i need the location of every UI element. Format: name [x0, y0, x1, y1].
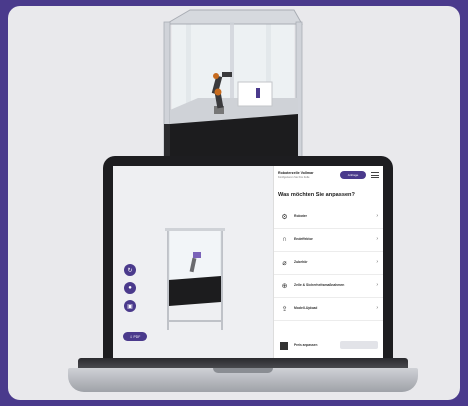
- panel-header: Roboterzelle Vollmar Konfigurieren Sie I…: [278, 170, 380, 184]
- configuration-panel: Roboterzelle Vollmar Konfigurieren Sie I…: [273, 166, 383, 362]
- option-label: Endeffektor: [294, 237, 313, 241]
- chevron-right-icon: ›: [376, 213, 378, 219]
- panel-title: Roboterzelle Vollmar: [278, 171, 314, 175]
- price-input[interactable]: [340, 341, 378, 349]
- product-card: ↻ ● ▣ ⇩ PDF Roboterzelle Vollmar Konfigu…: [8, 6, 460, 400]
- user-icon: ●: [128, 285, 132, 291]
- configurator-screen: ↻ ● ▣ ⇩ PDF Roboterzelle Vollmar Konfigu…: [113, 166, 383, 362]
- option-endeffector[interactable]: ∩ Endeffektor ›: [274, 229, 383, 252]
- rotate-view-button[interactable]: ↻: [124, 264, 136, 276]
- option-label: Modell-Upload: [294, 306, 318, 310]
- price-row[interactable]: Preis anpassen: [278, 340, 380, 352]
- robot-cell-preview: [165, 228, 225, 330]
- price-icon: [280, 342, 288, 350]
- panel-subtitle: Konfigurieren Sie Ihre Zelle: [278, 176, 310, 179]
- 3d-viewport[interactable]: ↻ ● ▣ ⇩ PDF: [113, 166, 273, 362]
- safety-icon: ⊕: [281, 282, 288, 290]
- option-cell-safety[interactable]: ⊕ Zelle & Sicherheitsmaßnahmen ›: [274, 275, 383, 298]
- option-label: Roboter: [294, 214, 307, 218]
- user-view-button[interactable]: ●: [124, 282, 136, 294]
- hamburger-icon[interactable]: [371, 172, 379, 178]
- option-label: Zelle & Sicherheitsmaßnahmen: [294, 283, 345, 287]
- option-label: Zubehör: [294, 260, 308, 264]
- chevron-right-icon: ›: [376, 236, 378, 242]
- option-model-upload[interactable]: ⇪ Modell-Upload ›: [274, 298, 383, 321]
- request-button[interactable]: Anfrage: [340, 171, 366, 179]
- option-list: ⚙ Roboter › ∩ Endeffektor › ⌀ Zubehör ›: [274, 206, 383, 321]
- option-robot[interactable]: ⚙ Roboter ›: [274, 206, 383, 229]
- chevron-right-icon: ›: [376, 282, 378, 288]
- laptop-screen-bezel: ↻ ● ▣ ⇩ PDF Roboterzelle Vollmar Konfigu…: [103, 156, 393, 370]
- camera-icon: ▣: [127, 303, 133, 310]
- laptop-notch: [213, 368, 273, 373]
- chevron-right-icon: ›: [376, 305, 378, 311]
- price-label: Preis anpassen: [294, 343, 318, 347]
- camera-view-button[interactable]: ▣: [124, 300, 136, 312]
- option-accessories[interactable]: ⌀ Zubehör ›: [274, 252, 383, 275]
- panel-question: Was möchten Sie anpassen?: [278, 192, 355, 198]
- gripper-icon: ∩: [281, 236, 288, 243]
- download-pdf-button[interactable]: ⇩ PDF: [123, 332, 147, 341]
- rotate-icon: ↻: [127, 267, 133, 274]
- chevron-right-icon: ›: [376, 259, 378, 265]
- robot-arm-icon: ⚙: [281, 213, 288, 221]
- attachment-icon: ⌀: [282, 259, 287, 267]
- upload-icon: ⇪: [281, 305, 288, 313]
